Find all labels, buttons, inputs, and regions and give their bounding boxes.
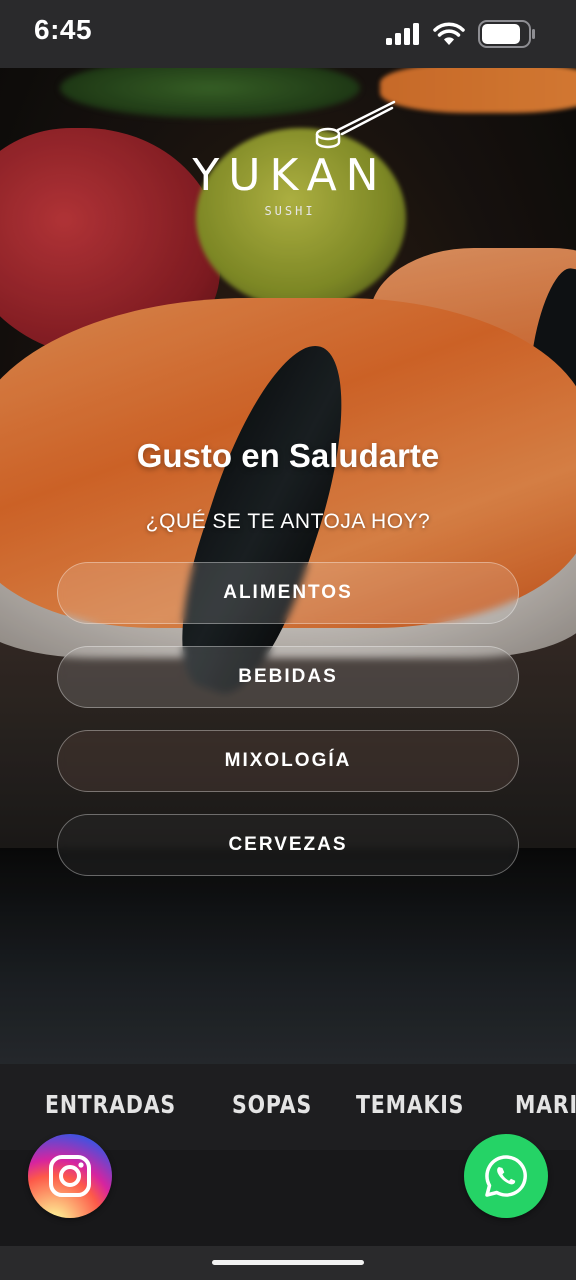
home-indicator[interactable]: [212, 1260, 364, 1265]
cellular-signal-icon: [386, 23, 419, 45]
greeting-title: Gusto en Saludarte: [136, 437, 440, 474]
status-bar: 6:45: [0, 0, 576, 68]
alimentos-button[interactable]: ALIMENTOS: [57, 562, 519, 624]
mixologia-button[interactable]: MIXOLOGÍA: [57, 730, 519, 792]
cervezas-button[interactable]: CERVEZAS: [57, 814, 519, 876]
home-indicator-area: [0, 1246, 576, 1280]
greeting-prompt: ¿QUÉ SE TE ANTOJA HOY?: [145, 510, 431, 533]
sushi-chopsticks-icon: [315, 100, 396, 149]
category-mariscos[interactable]: MARISCOS: [515, 1090, 576, 1119]
status-icons: [386, 20, 536, 48]
category-list: ENTRADAS SOPAS TEMAKIS MARISCOS: [45, 1090, 576, 1119]
bebidas-button[interactable]: BEBIDAS: [57, 646, 519, 708]
wifi-icon: [433, 22, 465, 45]
brand-name: YUKAN: [192, 150, 388, 201]
category-sopas[interactable]: SOPAS: [232, 1090, 312, 1119]
category-temakis[interactable]: TEMAKIS: [356, 1090, 464, 1119]
category-entradas[interactable]: ENTRADAS: [45, 1090, 176, 1119]
brand-subtitle: SUSHI: [264, 204, 316, 218]
instagram-button[interactable]: [28, 1134, 112, 1218]
status-time: 6:45: [34, 14, 93, 45]
whatsapp-button[interactable]: [464, 1134, 548, 1218]
whatsapp-icon: [485, 1155, 527, 1197]
battery-icon: [478, 20, 535, 48]
brand-logo: YUKAN SUSHI: [178, 100, 402, 230]
instagram-icon: [49, 1155, 91, 1197]
